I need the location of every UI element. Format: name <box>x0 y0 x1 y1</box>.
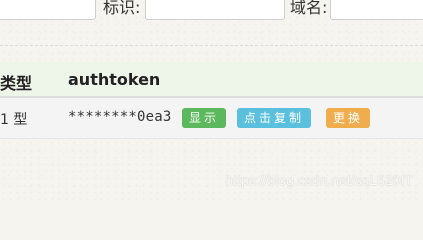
cell-authtoken: ********0ea3 <box>68 109 172 125</box>
identifier-label: 标识: <box>103 0 141 17</box>
divider <box>0 45 423 46</box>
identifier-input[interactable] <box>145 0 285 20</box>
domain-input[interactable] <box>330 0 423 20</box>
domain-label: 域名: <box>290 0 328 17</box>
table-header: 类型 authtoken <box>0 62 423 98</box>
filter-bar: 标识: 域名: <box>0 0 423 22</box>
header-type: 类型 <box>0 74 33 93</box>
header-authtoken: authtoken <box>68 70 161 89</box>
token-table: 类型 authtoken 1 型 ********0ea3 显示 点击复制 更换 <box>0 62 423 139</box>
watermark: https://blog.csdn.net/sqL520IT <box>225 172 413 188</box>
copy-token-button[interactable]: 点击复制 <box>237 108 312 128</box>
table-row: 1 型 ********0ea3 显示 点击复制 更换 <box>0 98 423 139</box>
cell-type: 1 型 <box>0 112 28 128</box>
replace-token-button[interactable]: 更换 <box>326 108 371 128</box>
show-token-button[interactable]: 显示 <box>182 108 227 128</box>
filter-field-1[interactable] <box>0 0 96 20</box>
